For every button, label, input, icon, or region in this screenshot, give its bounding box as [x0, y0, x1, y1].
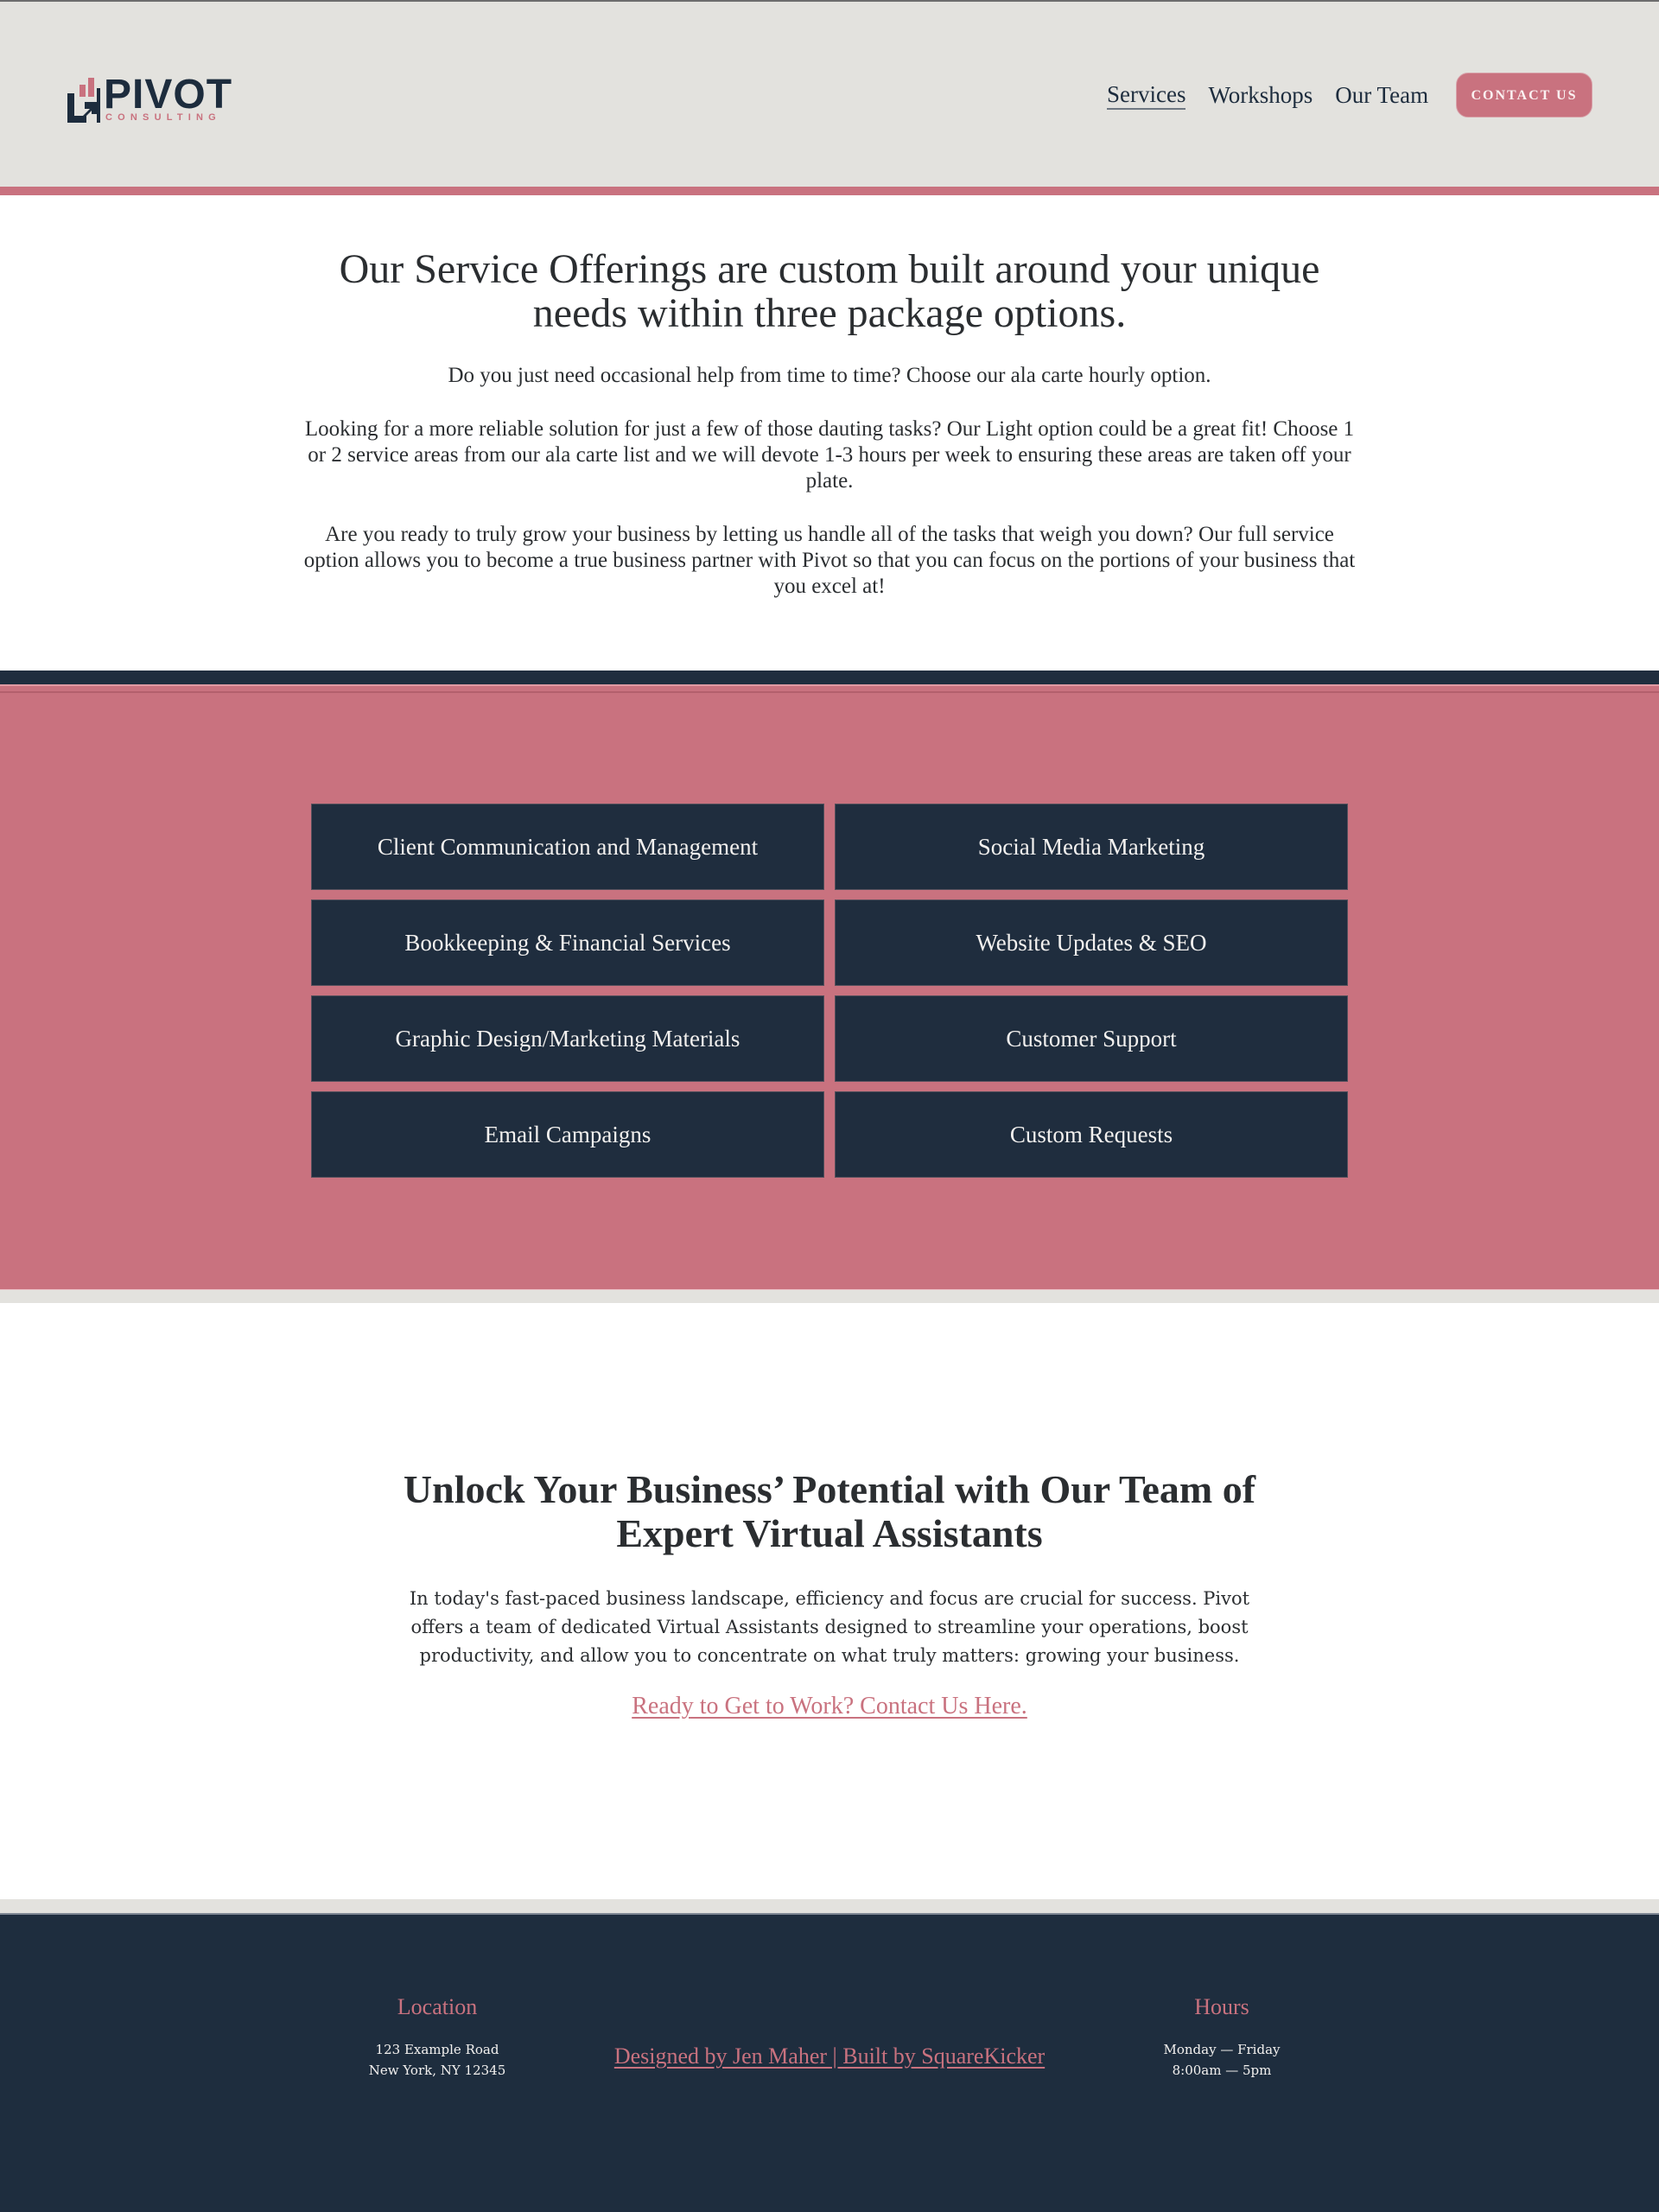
contact-us-link[interactable]: Ready to Get to Work? Contact Us Here. — [632, 1693, 1027, 1719]
service-card-customer-support[interactable]: Customer Support — [835, 995, 1348, 1082]
credit-link[interactable]: Designed by Jen Maher | Built by SquareK… — [614, 2044, 1045, 2069]
main-nav: Services Workshops Our Team — [1107, 78, 1451, 112]
address-line-2: New York, NY 12345 — [368, 2063, 506, 2078]
section-divider — [0, 1899, 1659, 1915]
contact-us-button[interactable]: CONTACT US — [1456, 73, 1592, 118]
nav-services[interactable]: Services — [1107, 80, 1186, 110]
section-divider — [0, 1289, 1659, 1303]
section-divider — [0, 671, 1659, 684]
full-service-option-text: Are you ready to truly grow your busines… — [303, 523, 1356, 598]
va-cta: Ready to Get to Work? Contact Us Here. — [380, 1692, 1279, 1721]
va-title: Unlock Your Business’ Potential with Our… — [403, 1467, 1256, 1555]
hours-time: 8:00am — 5pm — [1172, 2063, 1272, 2078]
service-card-custom-requests[interactable]: Custom Requests — [835, 1091, 1348, 1178]
footer-credit: Designed by Jen Maher | Built by SquareK… — [553, 2043, 1106, 2070]
footer-hours: Hours Monday — Friday 8:00am — 5pm — [1113, 1994, 1331, 2081]
footer-location: Location 123 Example Road New York, NY 1… — [328, 1994, 546, 2081]
service-card-website-seo[interactable]: Website Updates & SEO — [835, 899, 1348, 986]
location-heading: Location — [397, 1994, 478, 2019]
services-list-section: Client Communication and Management Soci… — [0, 684, 1659, 1289]
service-card-bookkeeping[interactable]: Bookkeeping & Financial Services — [311, 899, 824, 986]
bar-chart-arrow-logo-icon — [67, 78, 100, 123]
light-option-text: Looking for a more reliable solution for… — [304, 417, 1355, 493]
service-card-graphic-design[interactable]: Graphic Design/Marketing Materials — [311, 995, 824, 1082]
va-description: In today's fast-paced business landscape… — [409, 1588, 1250, 1666]
logo-wordmark: PIVOT — [104, 72, 233, 118]
logo-link[interactable]: PIVOT CONSULTING — [67, 72, 240, 124]
nav-our-team[interactable]: Our Team — [1335, 79, 1428, 111]
virtual-assistants-section: Unlock Your Business’ Potential with Our… — [0, 1303, 1659, 1899]
service-offerings-section: Our Service Offerings are custom built a… — [0, 195, 1659, 671]
hours-days: Monday — Friday — [1163, 2042, 1281, 2057]
service-card-email-campaigns[interactable]: Email Campaigns — [311, 1091, 824, 1178]
hourly-option-text: Do you just need occasional help from ti… — [448, 364, 1211, 387]
service-grid: Client Communication and Management Soci… — [311, 804, 1348, 1178]
service-card-client-communication[interactable]: Client Communication and Management — [311, 804, 824, 890]
nav-workshops[interactable]: Workshops — [1208, 79, 1313, 111]
offerings-title: Our Service Offerings are custom built a… — [339, 246, 1320, 336]
site-header: PIVOT CONSULTING Services Workshops Our … — [0, 0, 1659, 187]
header-accent-stripe — [0, 187, 1659, 195]
hours-heading: Hours — [1194, 1994, 1249, 2019]
section-divider-line — [0, 691, 1659, 693]
service-card-social-media[interactable]: Social Media Marketing — [835, 804, 1348, 890]
logo-subtitle: CONSULTING — [105, 112, 221, 123]
address-line-1: 123 Example Road — [375, 2042, 499, 2057]
site-footer: Location 123 Example Road New York, NY 1… — [0, 1915, 1659, 2212]
